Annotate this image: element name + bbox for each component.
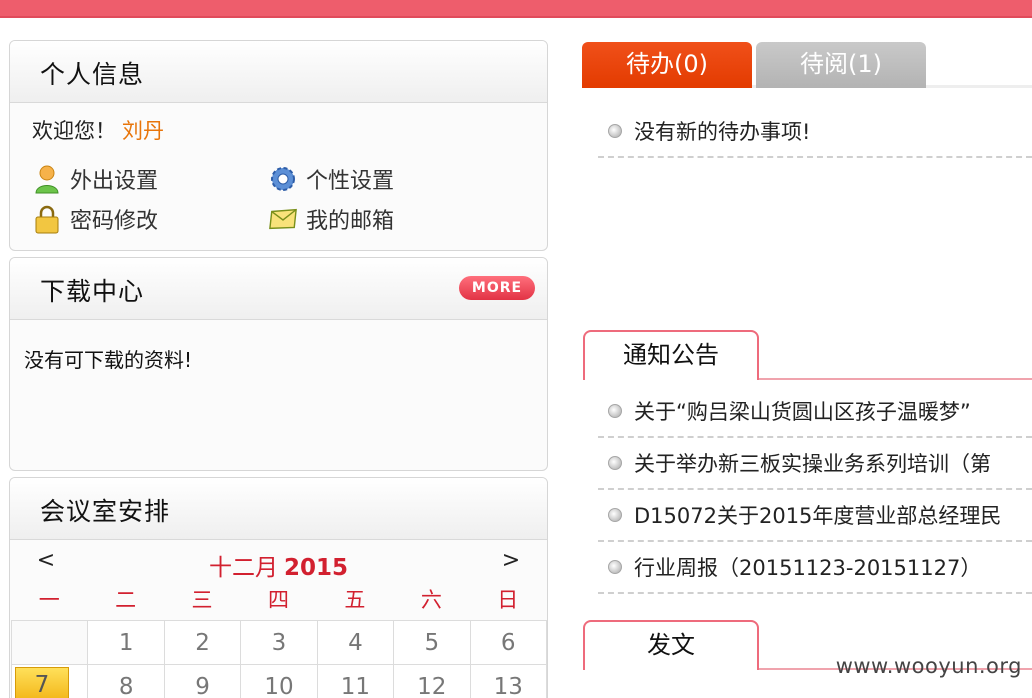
calendar-day[interactable]: 11	[316, 664, 395, 698]
profile-panel: 个人信息 欢迎您！ 刘丹 外出设置 个性设置 密码修改 我的邮箱	[9, 40, 548, 251]
todo-empty-text: 没有新的待办事项!	[634, 120, 811, 144]
out-setting-label: 外出设置	[70, 169, 159, 194]
notice-title[interactable]: 通知公告	[583, 330, 759, 380]
calendar-day-empty	[11, 620, 89, 665]
notice-item-text: D15072关于2015年度营业部总经理民	[634, 504, 1002, 528]
weekday-header: 一 二 三 四 五 六 日	[11, 580, 546, 620]
user-icon	[32, 164, 62, 194]
notice-item-text: 行业周报（20151123-20151127）	[634, 556, 982, 580]
mailbox-link[interactable]: 我的邮箱	[268, 203, 394, 235]
bullet-icon	[608, 404, 622, 418]
mail-icon	[268, 204, 298, 234]
weekday-label: 五	[344, 588, 366, 612]
personal-setting-link[interactable]: 个性设置	[268, 163, 394, 195]
download-panel-title: 下载中心	[40, 277, 145, 306]
gear-icon	[268, 164, 298, 194]
calendar-day[interactable]: 6	[469, 620, 547, 665]
out-setting-link[interactable]: 外出设置	[32, 163, 158, 195]
calendar-month: 十二月	[208, 555, 278, 581]
tab-toread[interactable]: 待阅(1)	[756, 42, 926, 88]
meeting-panel-title: 会议室安排	[40, 497, 171, 526]
calendar-day[interactable]: 12	[393, 664, 471, 698]
today-highlight: 7	[15, 667, 69, 698]
calendar-day[interactable]: 2	[163, 620, 242, 665]
weekday-label: 六	[420, 588, 442, 612]
bullet-icon	[608, 456, 622, 470]
list-item[interactable]: D15072关于2015年度营业部总经理民	[598, 490, 1032, 542]
calendar-week-row: 1 2 3 4 5 6	[11, 620, 547, 665]
more-button[interactable]: MORE	[459, 276, 535, 300]
calendar-day[interactable]: 9	[163, 664, 242, 698]
lock-icon	[32, 204, 62, 234]
list-item[interactable]: 行业周报（20151123-20151127）	[598, 542, 1032, 594]
download-panel: 下载中心 MORE 没有可下载的资料!	[9, 257, 548, 471]
meeting-panel: 会议室安排 < 十二月 2015 > 一 二 三 四 五 六 日 1 2 3 4 …	[9, 477, 548, 698]
calendar-day[interactable]: 3	[240, 620, 318, 665]
calendar-year: 2015	[283, 555, 348, 581]
list-item[interactable]: 关于“购吕梁山货圆山区孩子温暖梦”	[598, 386, 1032, 438]
notice-header: 通知公告	[583, 330, 1032, 380]
meeting-panel-header: 会议室安排	[10, 478, 547, 540]
weekday-label: 四	[267, 588, 289, 612]
calendar-day[interactable]: 4	[316, 620, 395, 665]
calendar-day-today[interactable]: 7	[11, 664, 89, 698]
calendar-week-row: 7 8 9 10 11 12 13	[11, 664, 547, 698]
calendar-day[interactable]: 8	[87, 664, 165, 698]
tab-todo[interactable]: 待办(0)	[582, 42, 752, 88]
calendar-day[interactable]: 1	[87, 620, 165, 665]
weekday-label: 日	[497, 588, 519, 612]
todo-empty-row: 没有新的待办事项!	[598, 106, 1032, 158]
list-item[interactable]: 关于举办新三板实操业务系列培训（第	[598, 438, 1032, 490]
top-banner	[0, 0, 1032, 18]
user-name[interactable]: 刘丹	[122, 119, 164, 143]
task-tabs: 待办(0) 待阅(1)	[582, 42, 1032, 88]
download-empty-text: 没有可下载的资料!	[24, 348, 193, 372]
watermark: www.wooyun.org	[835, 654, 1022, 678]
weekday-label: 一	[38, 588, 60, 612]
personal-setting-label: 个性设置	[306, 169, 395, 194]
mailbox-label: 我的邮箱	[306, 209, 395, 234]
bullet-icon	[608, 560, 622, 574]
download-panel-header: 下载中心 MORE	[10, 258, 547, 320]
calendar: < 十二月2015 > 一 二 三 四 五 六 日 1 2 3 4 5 6 7	[11, 542, 547, 698]
calendar-nav: < 十二月 2015 >	[11, 542, 546, 582]
calendar-day[interactable]: 5	[393, 620, 471, 665]
calendar-day[interactable]: 10	[240, 664, 318, 698]
password-change-label: 密码修改	[70, 209, 159, 234]
profile-panel-header: 个人信息	[10, 41, 547, 103]
weekday-label: 二	[115, 588, 137, 612]
next-month-button[interactable]: >	[496, 548, 526, 573]
dispatch-title[interactable]: 发文	[583, 620, 759, 670]
password-change-link[interactable]: 密码修改	[32, 203, 158, 235]
calendar-month-label: 十二月 2015	[11, 548, 546, 582]
bullet-icon	[608, 124, 622, 138]
welcome-prefix: 欢迎您！	[32, 119, 116, 143]
welcome-text: 欢迎您！ 刘丹	[32, 115, 164, 145]
calendar-day[interactable]: 13	[469, 664, 547, 698]
notice-item-text: 关于举办新三板实操业务系列培训（第	[634, 452, 991, 476]
profile-panel-title: 个人信息	[40, 60, 145, 89]
notice-item-text: 关于“购吕梁山货圆山区孩子温暖梦”	[634, 400, 971, 424]
bullet-icon	[608, 508, 622, 522]
weekday-label: 三	[191, 588, 213, 612]
